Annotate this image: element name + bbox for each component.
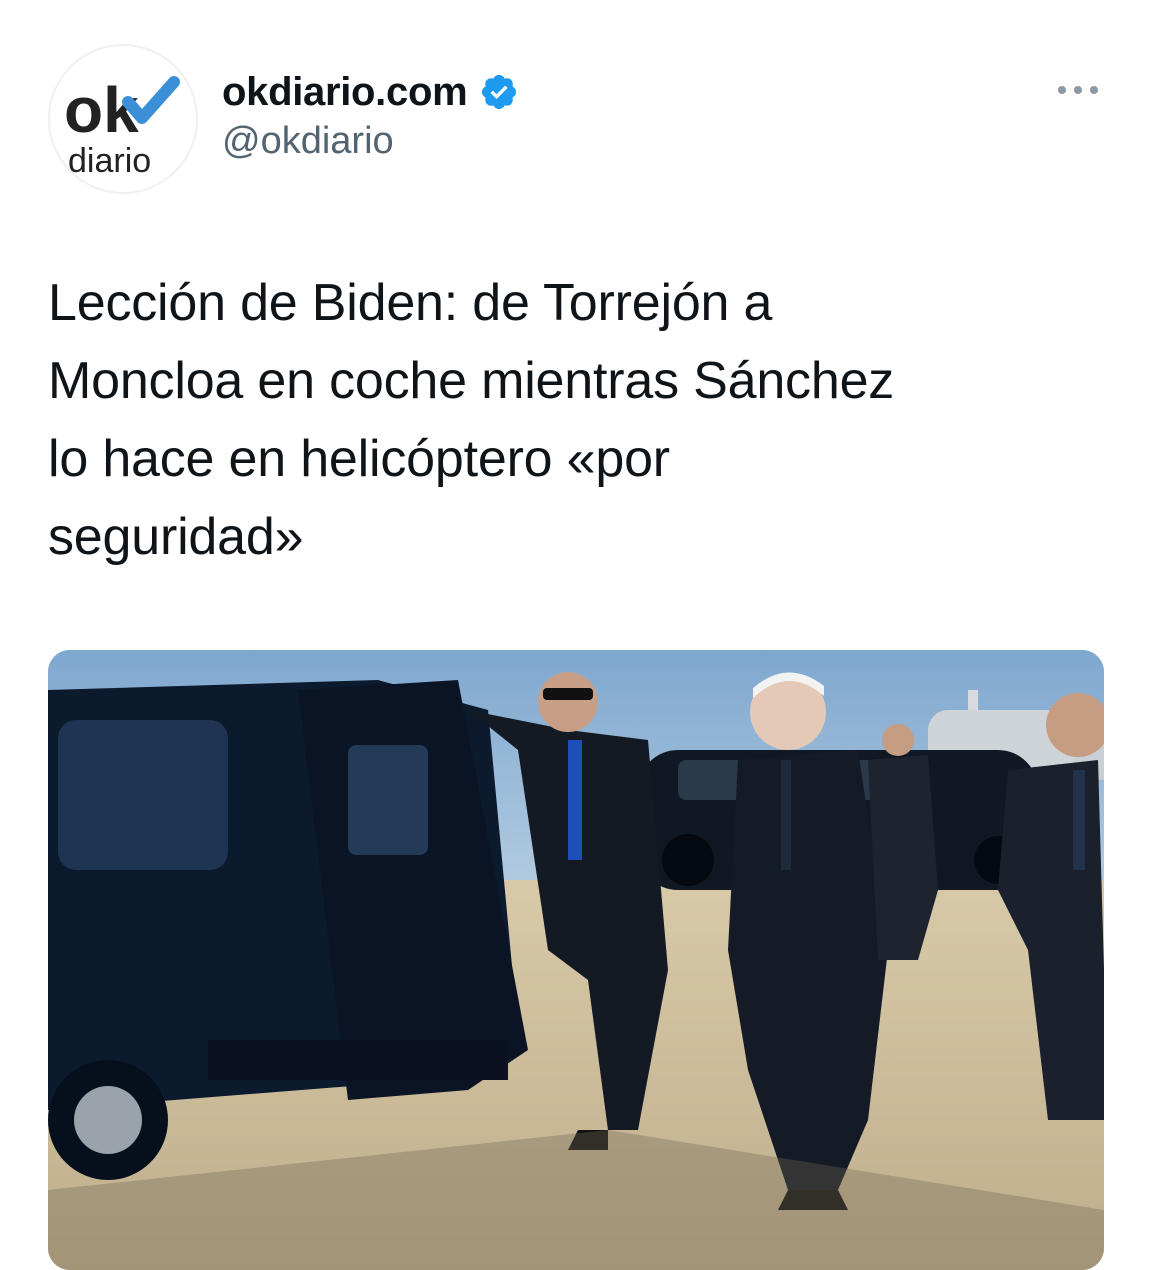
tweet-text-line: Lección de Biden: de Torrejón a [48,274,773,332]
logo-diario-text: diario [68,142,151,180]
okdiario-logo-text: ok diario [64,74,151,180]
verified-badge-icon [482,74,517,110]
author-display-name[interactable]: okdiario.com [222,70,468,115]
media-photo-illustration [48,650,1104,1270]
tweet: ok diario okdiario.com @okdiario Lección… [0,0,1151,1270]
tweet-media-photo[interactable] [48,650,1104,1270]
author-avatar[interactable]: ok diario [48,44,198,194]
tweet-text-line: lo hace en helicóptero «por [48,430,670,488]
author-names: okdiario.com @okdiario [222,66,519,163]
tweet-text: Lección de Biden: de Torrejón a Moncloa … [48,264,1108,576]
more-horizontal-icon[interactable] [1052,72,1104,108]
tweet-text-line: seguridad» [48,508,304,566]
display-name-row: okdiario.com [222,66,519,118]
okdiario-logo: ok diario [64,74,180,180]
author-handle[interactable]: @okdiario [222,120,519,163]
tweet-text-line: Moncloa en coche mientras Sánchez [48,352,895,410]
